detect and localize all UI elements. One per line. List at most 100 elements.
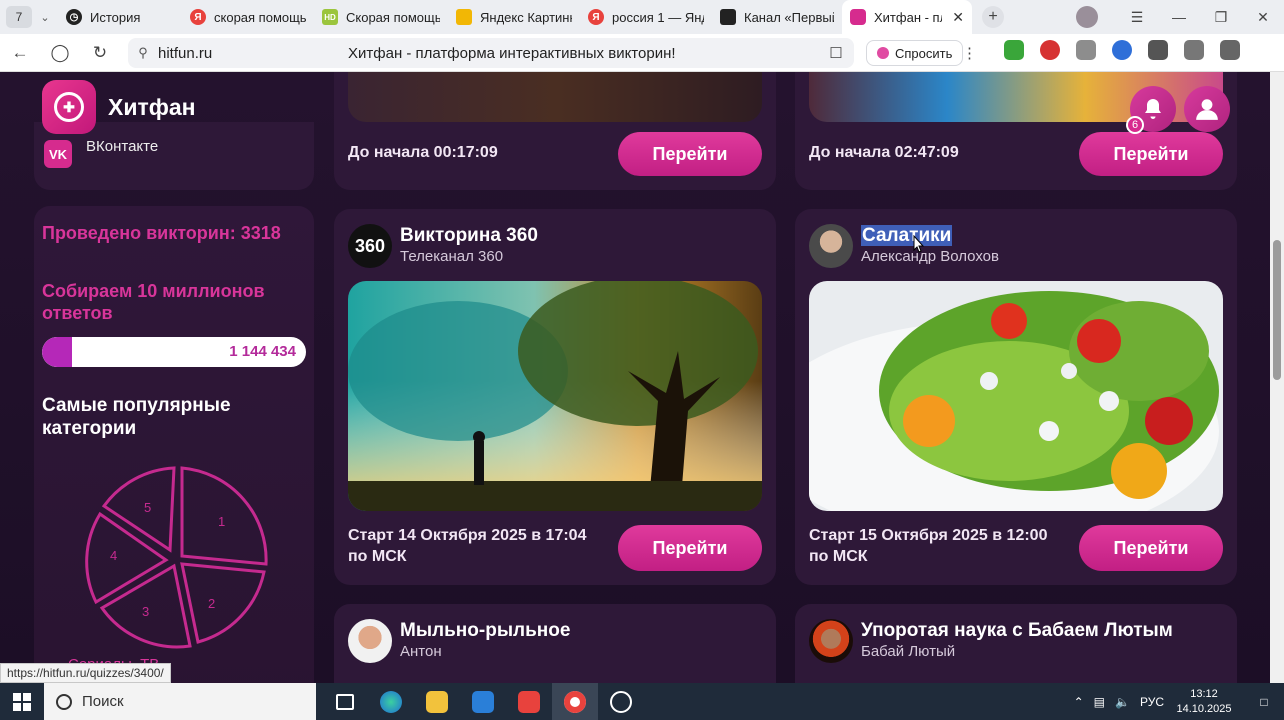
screenshot-icon[interactable] bbox=[1076, 40, 1096, 60]
restore-icon[interactable]: ❐ bbox=[1200, 9, 1242, 26]
taskbar-search[interactable]: Поиск bbox=[44, 683, 316, 720]
clock-date: 14.10.2025 bbox=[1176, 702, 1232, 715]
go-button[interactable]: Перейти bbox=[618, 525, 762, 571]
lock-icon[interactable]: ⚲ bbox=[128, 45, 158, 61]
avatar[interactable] bbox=[348, 619, 392, 663]
url-field[interactable]: ⚲ hitfun.ru Хитфан - платформа интеракти… bbox=[128, 38, 854, 68]
volume-icon[interactable]: 🔈 bbox=[1115, 695, 1130, 709]
yandex-icon: Я bbox=[190, 9, 206, 25]
card-header: Упоротая наука с Бабаем Лютым Бабай Люты… bbox=[809, 618, 1173, 664]
edge-button[interactable] bbox=[368, 683, 414, 720]
quiz-start-date: Старт 14 Октября 2025 в 17:04 по МСК bbox=[348, 527, 587, 565]
go-button[interactable]: Перейти bbox=[1079, 525, 1223, 571]
recorder-button[interactable] bbox=[598, 683, 644, 720]
avatar[interactable] bbox=[809, 619, 853, 663]
quiz-title[interactable]: Мыльно-рыльное bbox=[400, 620, 570, 642]
tab-yandex-images[interactable]: Яндекс Картинк bbox=[448, 0, 580, 34]
windows-start-button[interactable] bbox=[0, 683, 44, 720]
avatar[interactable]: 360 bbox=[348, 224, 392, 268]
yandex-icon bbox=[518, 690, 540, 713]
download-ext-icon[interactable] bbox=[1004, 40, 1024, 60]
tab-label: Канал «Первый bbox=[744, 9, 834, 25]
reload-icon[interactable]: ↻ bbox=[80, 43, 120, 63]
page-title: Хитфан - платформа интерактивных виктори… bbox=[348, 44, 676, 62]
pie-slice-5[interactable] bbox=[101, 466, 176, 553]
quiz-card: Мыльно-рыльное Антон bbox=[334, 604, 776, 683]
chevron-down-icon[interactable]: ⌄ bbox=[32, 11, 58, 24]
answers-goal: Собираем 10 миллионов ответов bbox=[42, 281, 265, 323]
quiz-title[interactable]: Салатики bbox=[861, 225, 999, 247]
tab-russia1[interactable]: Я россия 1 — Янд bbox=[580, 0, 712, 34]
brand-name[interactable]: Хитфан bbox=[108, 94, 196, 121]
language-indicator[interactable]: РУС bbox=[1140, 695, 1164, 709]
new-tab-icon[interactable]: + bbox=[982, 6, 1004, 28]
downloads-icon[interactable] bbox=[1220, 40, 1240, 60]
quiz-title[interactable]: Упоротая наука с Бабаем Лютым bbox=[861, 620, 1173, 642]
tab-label: скорая помощь bbox=[214, 9, 306, 25]
ask-button[interactable]: Спросить bbox=[866, 40, 964, 66]
quiz-card: Упоротая наука с Бабаем Лютым Бабай Люты… bbox=[795, 604, 1237, 683]
quiz-author: Александр Волохов bbox=[861, 248, 999, 265]
translate-icon[interactable] bbox=[1112, 40, 1132, 60]
yandex-button[interactable] bbox=[506, 683, 552, 720]
taskbar-apps bbox=[322, 683, 644, 720]
pie-label: 3 bbox=[142, 604, 149, 619]
notification-center-icon[interactable]: □ bbox=[1244, 695, 1284, 709]
categories-pie[interactable]: 1 2 3 4 5 bbox=[74, 456, 274, 656]
mouse-cursor-icon bbox=[913, 235, 924, 253]
adblock-icon[interactable] bbox=[1040, 40, 1060, 60]
site-header: ✚ Хитфан 6 bbox=[34, 72, 1234, 138]
back-icon[interactable]: ← bbox=[0, 43, 40, 63]
quiz-card: 360 Викторина 360 Телеканал 360 Старт 14… bbox=[334, 209, 776, 585]
countdown: До начала 02:47:09 bbox=[809, 144, 959, 161]
tab-ambulance-search[interactable]: Я скорая помощь bbox=[182, 0, 314, 34]
tab-channel-one[interactable]: Канал «Первый bbox=[712, 0, 842, 34]
bell-icon bbox=[1145, 99, 1161, 119]
minimize-icon[interactable]: — bbox=[1158, 9, 1200, 25]
window-controls: ☰ — ❐ ✕ bbox=[1076, 0, 1284, 34]
notification-badge: 6 bbox=[1126, 116, 1144, 134]
avatar[interactable] bbox=[809, 224, 853, 268]
yandex-browser-button[interactable] bbox=[552, 683, 598, 720]
pie-slice-2[interactable] bbox=[180, 562, 266, 644]
tab-counter[interactable]: 7 bbox=[6, 6, 32, 28]
pie-slice-4[interactable] bbox=[85, 511, 169, 605]
menu-icon[interactable]: ☰ bbox=[1116, 9, 1158, 26]
quiz-image[interactable] bbox=[348, 281, 762, 511]
store-button[interactable] bbox=[460, 683, 506, 720]
answers-progress: 1 144 434 bbox=[42, 337, 306, 367]
scrollbar-thumb[interactable] bbox=[1273, 240, 1281, 380]
quiz-author: Бабай Лютый bbox=[861, 643, 956, 660]
status-bar-url: https://hitfun.ru/quizzes/3400/ bbox=[0, 663, 171, 683]
go-button[interactable]: Перейти bbox=[618, 132, 762, 176]
collections-icon[interactable] bbox=[1184, 40, 1204, 60]
profile-avatar[interactable] bbox=[1076, 6, 1098, 28]
images-icon bbox=[456, 9, 472, 25]
more-icon[interactable]: ⋮ bbox=[962, 44, 977, 62]
video-icon[interactable] bbox=[1148, 40, 1168, 60]
task-view-button[interactable] bbox=[322, 683, 368, 720]
vk-icon[interactable]: VK bbox=[44, 140, 72, 168]
protect-icon[interactable]: ◯ bbox=[40, 43, 80, 63]
network-icon[interactable]: ▤ bbox=[1094, 695, 1105, 709]
clock[interactable]: 13:12 14.10.2025 bbox=[1174, 687, 1234, 717]
bookmark-icon[interactable]: ☐ bbox=[818, 44, 854, 62]
quiz-title[interactable]: Викторина 360 bbox=[400, 225, 538, 247]
explorer-button[interactable] bbox=[414, 683, 460, 720]
logo-icon[interactable]: ✚ bbox=[42, 80, 96, 134]
quiz-image[interactable] bbox=[809, 281, 1223, 511]
tray-chevron-icon[interactable]: ⌃ bbox=[1074, 695, 1084, 709]
edge-icon bbox=[380, 690, 402, 713]
go-button[interactable]: Перейти bbox=[1079, 132, 1223, 176]
quiz-author: Телеканал 360 bbox=[400, 248, 504, 265]
tab-ambulance-hd[interactable]: HD Скорая помощь bbox=[314, 0, 448, 34]
tab-hitfun[interactable]: Хитфан - пла ✕ bbox=[842, 0, 972, 34]
tab-history[interactable]: ◷ История bbox=[58, 0, 182, 34]
close-window-icon[interactable]: ✕ bbox=[1242, 9, 1284, 26]
page-scrollbar[interactable] bbox=[1270, 72, 1284, 683]
vk-link[interactable]: ВКонтакте bbox=[86, 138, 158, 155]
profile-button[interactable] bbox=[1184, 86, 1230, 132]
close-icon[interactable]: ✕ bbox=[952, 9, 964, 26]
search-icon bbox=[56, 693, 72, 710]
pie-label: 1 bbox=[218, 514, 225, 529]
